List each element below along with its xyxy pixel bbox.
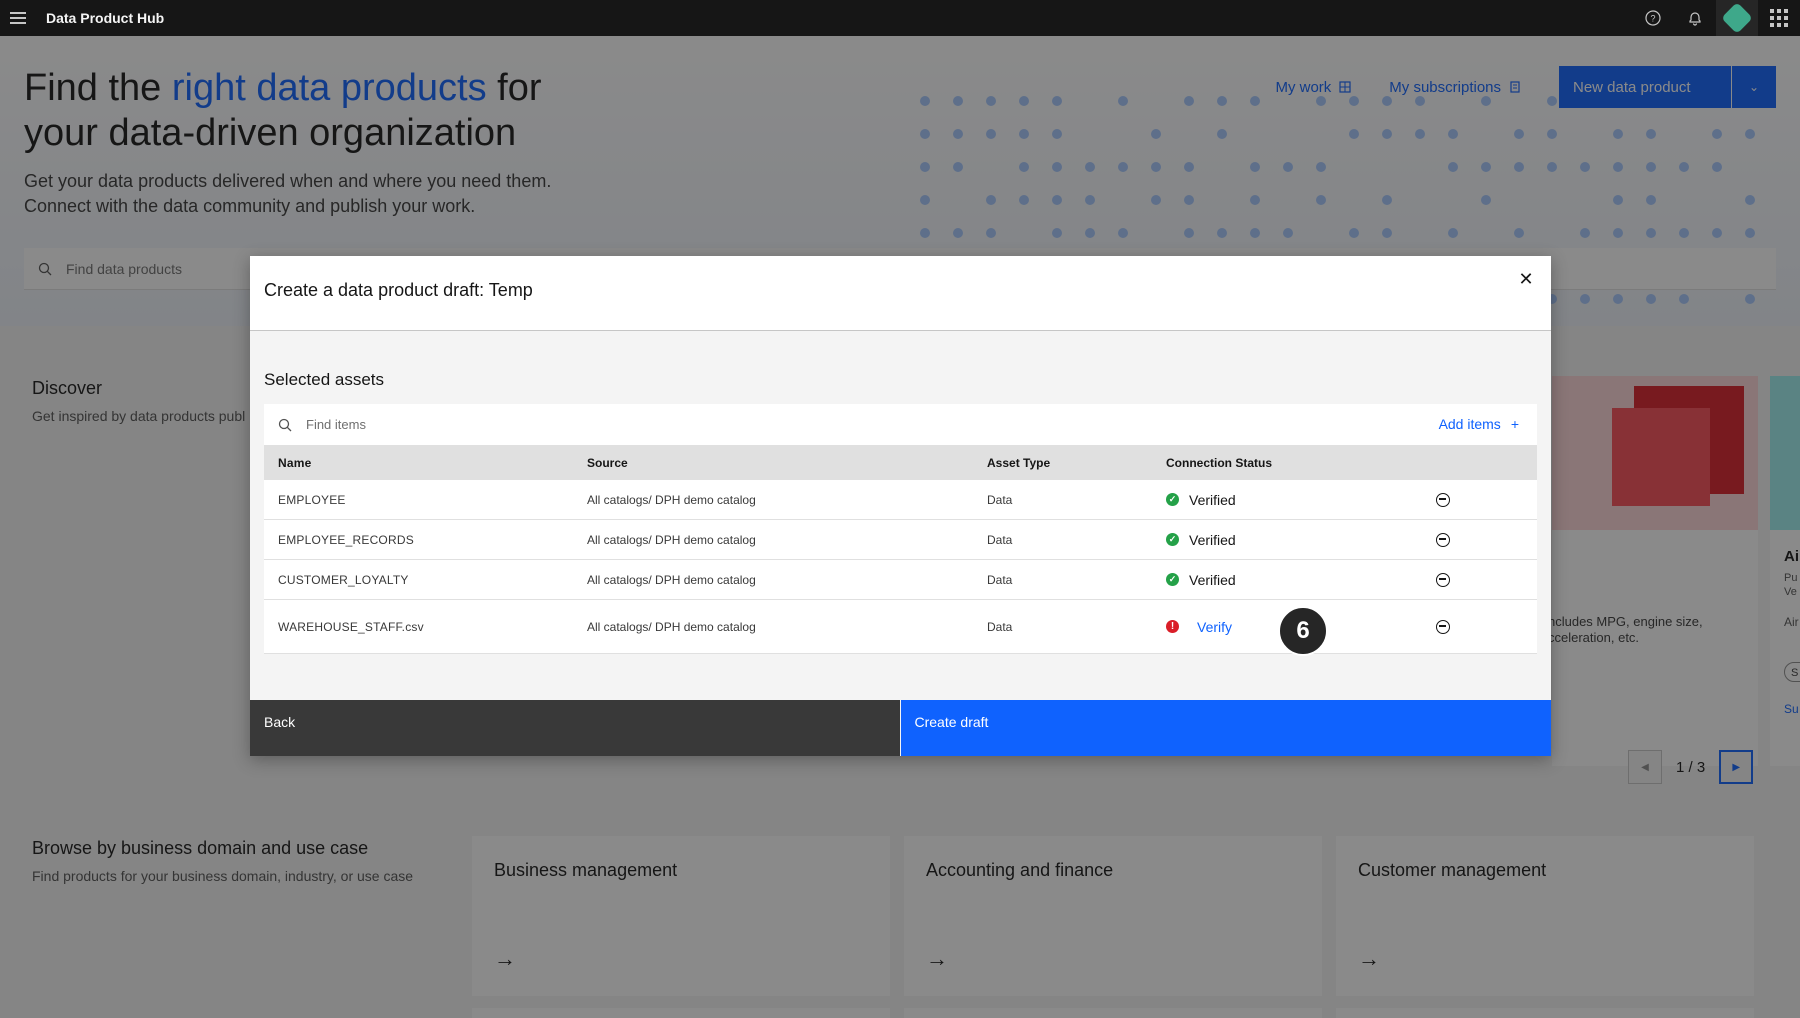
- checkmark-icon: ✓: [1166, 493, 1179, 506]
- svg-text:?: ?: [1650, 14, 1655, 24]
- col-asset-type[interactable]: Asset Type: [987, 456, 1166, 470]
- table-row: WAREHOUSE_STAFF.csv All catalogs/ DPH de…: [264, 600, 1537, 654]
- user-avatar[interactable]: [1716, 0, 1758, 36]
- top-icons: ?: [1632, 0, 1800, 36]
- modal-footer: Back Create draft: [250, 700, 1551, 756]
- menu-icon[interactable]: [0, 0, 36, 36]
- status-cell: ✓ Verified: [1166, 532, 1436, 548]
- col-connection-status[interactable]: Connection Status: [1166, 456, 1436, 470]
- status-cell: ✓ Verified: [1166, 572, 1436, 588]
- notification-icon[interactable]: [1674, 0, 1716, 36]
- app-switcher-icon[interactable]: [1758, 0, 1800, 36]
- table-row: EMPLOYEE All catalogs/ DPH demo catalog …: [264, 480, 1537, 520]
- status-cell: ✓ Verified: [1166, 492, 1436, 508]
- modal-header: Create a data product draft: Temp ✕: [250, 256, 1551, 331]
- close-icon[interactable]: ✕: [1511, 264, 1541, 294]
- remove-icon[interactable]: [1436, 620, 1537, 634]
- table-row: CUSTOMER_LOYALTY All catalogs/ DPH demo …: [264, 560, 1537, 600]
- remove-icon[interactable]: [1436, 493, 1537, 507]
- search-icon: [278, 418, 292, 432]
- find-items-input[interactable]: Find items Add items +: [264, 404, 1537, 446]
- top-navigation-bar: Data Product Hub ?: [0, 0, 1800, 36]
- step-number-badge: 6: [1278, 606, 1328, 656]
- plus-icon: +: [1511, 416, 1519, 432]
- back-button[interactable]: Back: [250, 700, 900, 756]
- remove-icon[interactable]: [1436, 533, 1537, 547]
- create-draft-button[interactable]: Create draft: [901, 700, 1552, 756]
- add-items-button[interactable]: Add items +: [1439, 416, 1519, 432]
- col-source[interactable]: Source: [587, 456, 987, 470]
- modal-title: Create a data product draft: Temp: [264, 280, 533, 301]
- remove-icon[interactable]: [1436, 573, 1537, 587]
- assets-table: Find items Add items + Name Source Asset …: [264, 404, 1537, 654]
- col-name[interactable]: Name: [264, 456, 587, 470]
- checkmark-icon: ✓: [1166, 573, 1179, 586]
- verify-link[interactable]: Verify: [1197, 619, 1232, 635]
- selected-assets-title: Selected assets: [264, 370, 384, 390]
- app-title[interactable]: Data Product Hub: [46, 10, 164, 26]
- table-row: EMPLOYEE_RECORDS All catalogs/ DPH demo …: [264, 520, 1537, 560]
- table-header: Name Source Asset Type Connection Status: [264, 446, 1537, 480]
- create-draft-modal: Create a data product draft: Temp ✕ Sele…: [250, 256, 1551, 756]
- help-icon[interactable]: ?: [1632, 0, 1674, 36]
- error-icon: !: [1166, 620, 1179, 633]
- checkmark-icon: ✓: [1166, 533, 1179, 546]
